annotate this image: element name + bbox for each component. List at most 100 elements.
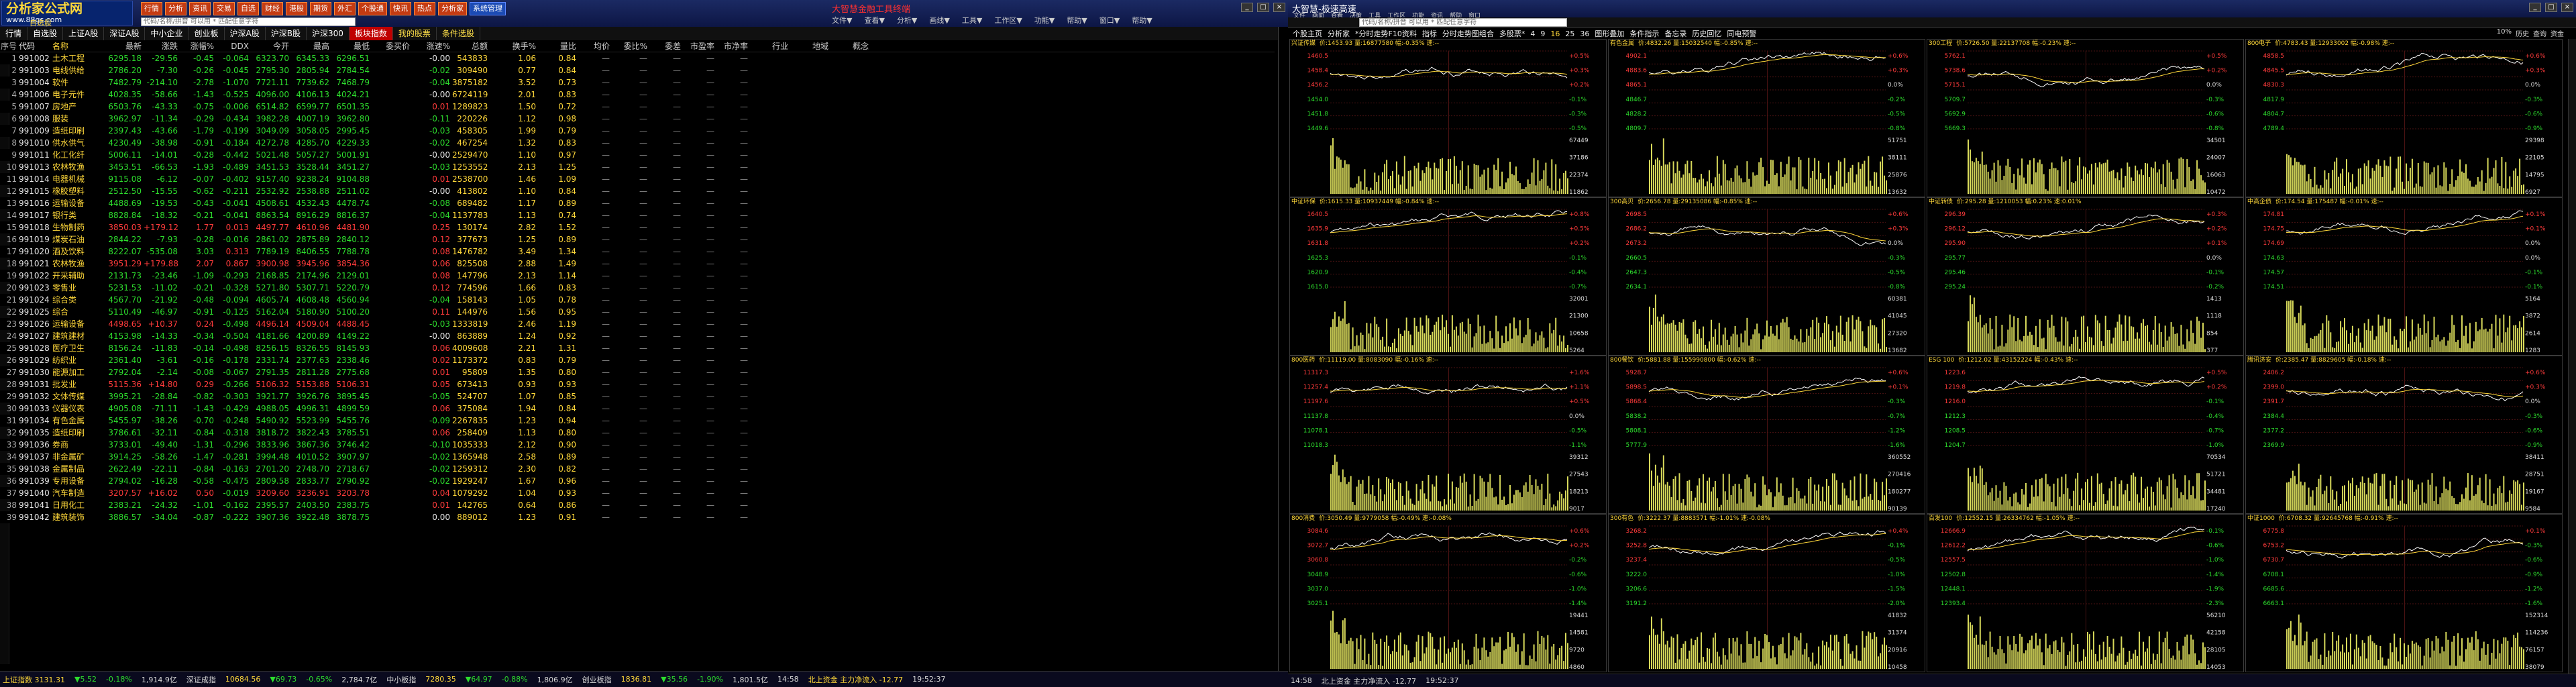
table-row[interactable]: 35 991038 金属制品 2622.49 -22.11 -0.84 -0.163 2701…	[0, 463, 1275, 475]
intraday-chart[interactable]: 3084.63072.73060.83048.93037.03025.1+0.6…	[1290, 523, 1607, 672]
menu-item[interactable]: 分析▼	[897, 15, 917, 25]
intraday-chart[interactable]: 11317.311257.411197.611137.811078.111018…	[1290, 365, 1607, 513]
table-row[interactable]: 21 991024 综合类 4567.70 -21.92 -0.48 -0.094 4605.…	[0, 294, 1275, 306]
column-header[interactable]: 地域	[790, 40, 830, 52]
nav-extra[interactable]: 历史	[2516, 28, 2529, 38]
table-row[interactable]: 24 991027 建筑建材 4153.98 -14.33 -0.34 -0.504 4181…	[0, 330, 1275, 342]
table-row[interactable]: 10 991013 农林牧渔 3453.51 -66.53 -1.93 -0.489 3451…	[0, 161, 1275, 173]
chart-cell[interactable]: 800医药 价:11119.00 量:8083090 幅:-0.16% 速:-- 1…	[1289, 356, 1607, 514]
column-header[interactable]: 委差	[649, 40, 683, 52]
table-row[interactable]: 17 991020 酒及饮料 8222.07 -535.08 3.03 0.313 7789.…	[0, 246, 1275, 258]
tab[interactable]: 深证A股	[104, 27, 146, 40]
table-row[interactable]: 23 991026 运输设备 4498.65 +10.37 0.24 -0.498 4496.…	[0, 318, 1275, 330]
table-row[interactable]: 15 991018 生物制药 3850.03 +179.12 1.77 0.013 4497.…	[0, 221, 1275, 233]
chart-cell[interactable]: 腾讯济安 价:2385.47 量:8829605 幅:-0.18% 速:-- 240…	[2245, 356, 2563, 514]
table-row[interactable]: 38 991041 日用化工 2383.21 -24.32 -1.01 -0.162 2395…	[0, 499, 1275, 511]
tab[interactable]: 我的股票	[393, 27, 437, 40]
toolbar-button[interactable]: 财经	[262, 2, 283, 15]
chart-cell[interactable]: 有色金属 价:4832.26 量:15032540 幅:-0.85% 速:-- 49…	[1608, 39, 1925, 197]
column-header[interactable]: 均价	[578, 40, 612, 52]
chart-cell[interactable]: 中证转债 价:295.28 量:1210053 幅:0.23% 速:0.01% 29…	[1927, 197, 2244, 356]
nav-item[interactable]: 25	[1563, 30, 1576, 38]
nav-item[interactable]: 个股主页	[1291, 28, 1324, 39]
nav-item[interactable]: 36	[1578, 30, 1591, 38]
column-header[interactable]: 最高	[291, 40, 331, 52]
tab[interactable]: 沪深A股	[225, 27, 266, 40]
column-header[interactable]: 市净率	[716, 40, 750, 52]
column-header[interactable]: 最新	[103, 40, 144, 52]
chart-cell[interactable]: 兴证传媒 价:1453.93 量:16877580 幅:-0.35% 速:-- 14…	[1289, 39, 1607, 197]
nav-item[interactable]: 分析家	[1326, 28, 1352, 39]
menu-item[interactable]: 功能▼	[1034, 15, 1055, 25]
chart-cell[interactable]: ESG 100 价:1212.02 量:43152224 幅:-0.43% 速:-…	[1927, 356, 2244, 514]
column-header[interactable]: 今开	[251, 40, 291, 52]
intraday-chart[interactable]: 1640.51635.91631.81625.31620.91615.0+0.8…	[1290, 207, 1607, 355]
nav-item[interactable]: 指标	[1420, 28, 1439, 39]
column-header[interactable]: 市盈率	[683, 40, 716, 52]
column-header[interactable]: 总额	[452, 40, 490, 52]
toolbar-button[interactable]: 热点	[414, 2, 435, 15]
tab[interactable]: 上证A股	[63, 27, 105, 40]
toolbar-button[interactable]: 资讯	[189, 2, 211, 15]
table-row[interactable]: 29 991032 文体传媒 3995.21 -28.84 -0.82 -0.303 3921…	[0, 390, 1275, 403]
table-row[interactable]: 33 991036 券商 3733.01 -49.40 -1.31 -0.296 3833.9…	[0, 439, 1275, 451]
chart-cell[interactable]: 300工程 价:5726.50 量:22137708 幅:-0.23% 速:-- 5…	[1927, 39, 2244, 197]
table-row[interactable]: 19 991022 开采辅助 2131.73 -23.46 -1.09 -0.293 2168…	[0, 270, 1275, 282]
table-row[interactable]: 22 991025 综合 5110.49 -46.97 -0.91 -0.125 5162.0…	[0, 306, 1275, 318]
left-search-input[interactable]: 代码/名称/拼音 可以用 * 匹配任意字符	[141, 17, 356, 26]
tab[interactable]: 条件选股	[437, 27, 480, 40]
chart-cell[interactable]: 中证1000 价:6708.32 量:92645768 幅:-0.91% 速:--…	[2245, 514, 2563, 672]
intraday-chart[interactable]: 1223.61219.81216.01212.31208.51204.7+0.5…	[1927, 365, 2244, 513]
table-row[interactable]: 1 991002 土木工程 6295.18 -29.56 -0.45 -0.064 6323.…	[0, 52, 1275, 64]
column-header[interactable]: 量比	[538, 40, 578, 52]
close-icon[interactable]: ×	[1273, 3, 1285, 12]
menu-item[interactable]: 画线▼	[929, 15, 949, 25]
column-header[interactable]: 序号	[0, 40, 19, 52]
table-row[interactable]: 5 991007 房地产 6503.76 -43.33 -0.75 -0.006 6514.8…	[0, 101, 1275, 113]
tab[interactable]: 行情	[0, 27, 28, 40]
tab[interactable]: 创业板	[189, 27, 225, 40]
tab[interactable]: 板块指数	[349, 27, 393, 40]
intraday-chart[interactable]: 5928.75898.55868.45838.25808.15777.9+0.6…	[1609, 365, 1925, 513]
column-header[interactable]: 涨速%	[412, 40, 452, 52]
menu-item[interactable]: 文件▼	[832, 15, 852, 25]
table-row[interactable]: 26 991029 纺织业 2361.40 -3.61 -0.16 -0.178 2331.7…	[0, 354, 1275, 366]
table-row[interactable]: 32 991035 造纸印刷 3786.61 -32.11 -0.84 -0.318 3818…	[0, 427, 1275, 439]
intraday-chart[interactable]: 174.81174.75174.69174.63174.57174.51+0.1…	[2246, 207, 2563, 355]
column-header[interactable]: 换手%	[490, 40, 538, 52]
table-row[interactable]: 30 991033 仪器仪表 4905.08 -71.11 -1.43 -0.429 4988…	[0, 403, 1275, 415]
table-row[interactable]: 16 991019 煤炭石油 2844.22 -7.93 -0.28 -0.016 2861.…	[0, 233, 1275, 246]
toolbar-button[interactable]: 自选	[237, 2, 259, 15]
maximize-icon[interactable]: □	[2545, 3, 2557, 12]
toolbar-button[interactable]: 分析家	[438, 2, 467, 15]
menu-item[interactable]: 工作区▼	[994, 15, 1022, 25]
pane-splitter[interactable]	[1278, 27, 1288, 671]
nav-item[interactable]: 条件指示	[1627, 28, 1661, 39]
menu-item[interactable]: 查看▼	[864, 15, 884, 25]
column-header[interactable]: 概念	[830, 40, 871, 52]
intraday-chart[interactable]: 12666.912612.212557.512502.812448.112393…	[1927, 523, 2244, 672]
column-header[interactable]: 最低	[331, 40, 372, 52]
right-scrollbar[interactable]	[2568, 39, 2576, 674]
table-row[interactable]: 31 991034 有色金属 5455.97 -38.26 -0.70 -0.248 5490…	[0, 415, 1275, 427]
column-header[interactable]: 委买价	[372, 40, 412, 52]
toolbar-button[interactable]: 系统管理	[470, 2, 506, 15]
table-row[interactable]: 39 991042 建筑装饰 3886.57 -34.04 -0.87 -0.222 3907…	[0, 511, 1275, 523]
toolbar-button[interactable]: 行情	[141, 2, 162, 15]
table-row[interactable]: 2 991003 电线供给 2786.20 -7.30 -0.26 -0.045 2795.3…	[0, 64, 1275, 76]
tab[interactable]: 沪深B股	[266, 27, 307, 40]
nav-extra[interactable]: 查询	[2533, 28, 2546, 38]
table-row[interactable]: 25 991028 医疗卫生 8156.24 -11.83 -0.14 -0.498 8256…	[0, 342, 1275, 354]
toolbar-button[interactable]: 快讯	[390, 2, 411, 15]
intraday-chart[interactable]: 4858.54845.54830.34817.94804.74789.4+0.6…	[2246, 48, 2563, 197]
menu-item[interactable]: 帮助▼	[1067, 15, 1087, 25]
table-row[interactable]: 4 991006 电子元件 4028.35 -58.66 -1.43 -0.525 4096.…	[0, 89, 1275, 101]
column-header[interactable]: 代码	[19, 40, 52, 52]
minimize-icon[interactable]: _	[1241, 3, 1253, 12]
tab[interactable]: 中小企业	[145, 27, 189, 40]
toolbar-button[interactable]: 个股通	[358, 2, 387, 15]
intraday-chart[interactable]: 2406.22399.02391.72384.42377.22369.9+0.6…	[2246, 365, 2563, 513]
menu-item[interactable]: 帮助▼	[1132, 15, 1152, 25]
intraday-chart[interactable]: 4902.14883.64865.14846.74828.24809.7+0.6…	[1609, 48, 1925, 197]
tab[interactable]: 自选股	[28, 27, 64, 40]
